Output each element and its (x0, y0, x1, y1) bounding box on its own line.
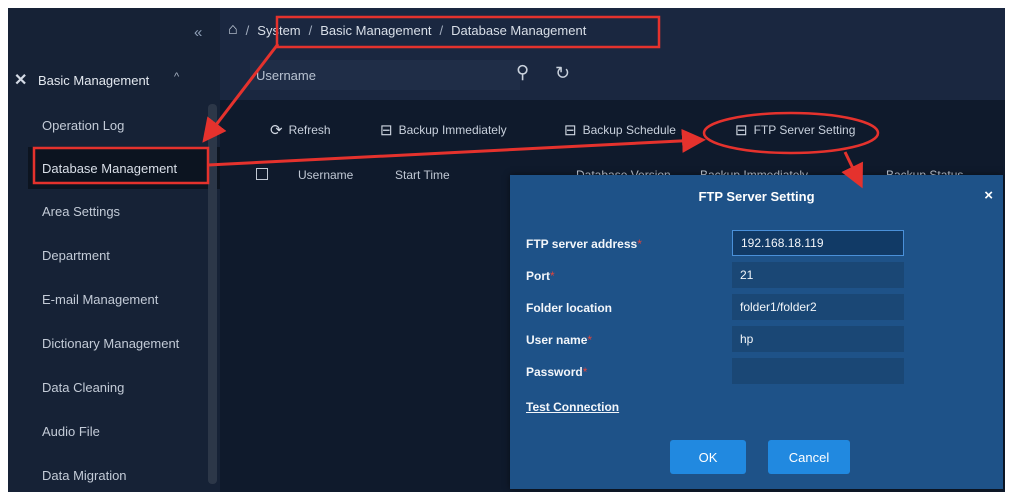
ftp-server-setting-dialog: FTP Server Setting × FTP server address*… (510, 175, 1003, 489)
ftp-address-label: FTP server address* (526, 237, 642, 251)
breadcrumb-separator: / (245, 22, 250, 38)
reset-icon[interactable]: ↻ (555, 63, 570, 84)
sidebar-group-basic-management[interactable]: ✕ Basic Management ^ (8, 60, 220, 100)
sidebar-group-label: Basic Management (38, 72, 150, 88)
breadcrumb: System / Basic Management / Database Man… (257, 23, 586, 38)
required-mark: * (550, 269, 555, 283)
required-mark: * (637, 237, 642, 251)
sidebar-item-operation-log[interactable]: Operation Log (8, 104, 220, 146)
chevron-up-icon: ^ (174, 71, 180, 83)
user-name-label: User name* (526, 333, 593, 347)
ftp-address-input[interactable] (732, 230, 904, 256)
ok-button[interactable]: OK (670, 440, 746, 474)
sidebar-item-data-cleaning[interactable]: Data Cleaning (8, 366, 220, 408)
select-all-checkbox[interactable] (256, 168, 268, 180)
required-mark: * (587, 333, 593, 347)
folder-location-label: Folder location (526, 301, 613, 315)
breadcrumb-database-management: Database Management (451, 22, 587, 38)
sidebar-item-area-settings[interactable]: Area Settings (8, 190, 220, 232)
app-window: « ✕ Basic Management ^ Operation Log Dat… (8, 8, 1005, 492)
column-header-username[interactable]: Username (298, 168, 353, 182)
database-icon: ⊟ (380, 122, 393, 139)
test-connection-link[interactable]: Test Connection (526, 400, 619, 414)
required-mark: * (582, 365, 588, 379)
refresh-button[interactable]: ⟳ Refresh (270, 121, 331, 139)
sidebar-item-dictionary-management[interactable]: Dictionary Management (8, 322, 220, 364)
sidebar-item-data-migration[interactable]: Data Migration (8, 454, 220, 492)
user-name-input[interactable] (732, 326, 904, 352)
breadcrumb-system[interactable]: System (257, 23, 300, 38)
toolbar: ⟳ Refresh ⊟ Backup Immediately ⊟ Backup … (220, 100, 1005, 160)
username-search-input[interactable] (250, 60, 520, 90)
backup-immediately-button[interactable]: ⊟ Backup Immediately (380, 121, 507, 139)
port-input[interactable] (732, 262, 904, 288)
cancel-button[interactable]: Cancel (768, 440, 850, 474)
search-row: ⚲ ↻ (220, 52, 1005, 100)
sidebar-item-email-management[interactable]: E-mail Management (8, 278, 220, 320)
search-icon[interactable]: ⚲ (516, 62, 529, 83)
backup-schedule-button[interactable]: ⊟ Backup Schedule (564, 121, 676, 139)
home-icon[interactable]: ⌂ (228, 21, 238, 39)
dialog-title: FTP Server Setting (698, 188, 815, 204)
ftp-server-setting-button[interactable]: ⊟ FTP Server Setting (735, 121, 855, 139)
tools-icon: ✕ (14, 72, 28, 89)
column-header-start-time[interactable]: Start Time (395, 168, 450, 182)
refresh-icon: ⟳ (270, 122, 283, 139)
breadcrumb-separator: / (439, 22, 444, 38)
breadcrumb-basic-management[interactable]: Basic Management (320, 23, 431, 38)
folder-location-input[interactable] (732, 294, 904, 320)
password-input[interactable] (732, 358, 904, 384)
database-icon: ⊟ (564, 122, 577, 139)
collapse-sidebar-icon[interactable]: « (194, 24, 202, 41)
breadcrumb-separator: / (308, 22, 313, 38)
sidebar: « ✕ Basic Management ^ Operation Log Dat… (8, 8, 220, 492)
breadcrumb-bar: ⌂ / System / Basic Management / Database… (220, 8, 1005, 52)
password-label: Password* (526, 365, 588, 379)
close-icon[interactable]: × (984, 187, 993, 204)
database-icon: ⊟ (735, 122, 748, 139)
sidebar-scrollbar[interactable] (208, 104, 217, 484)
sidebar-item-audio-file[interactable]: Audio File (8, 410, 220, 452)
sidebar-item-department[interactable]: Department (8, 234, 220, 276)
sidebar-item-database-management[interactable]: Database Management (28, 147, 220, 189)
port-label: Port* (526, 269, 555, 283)
